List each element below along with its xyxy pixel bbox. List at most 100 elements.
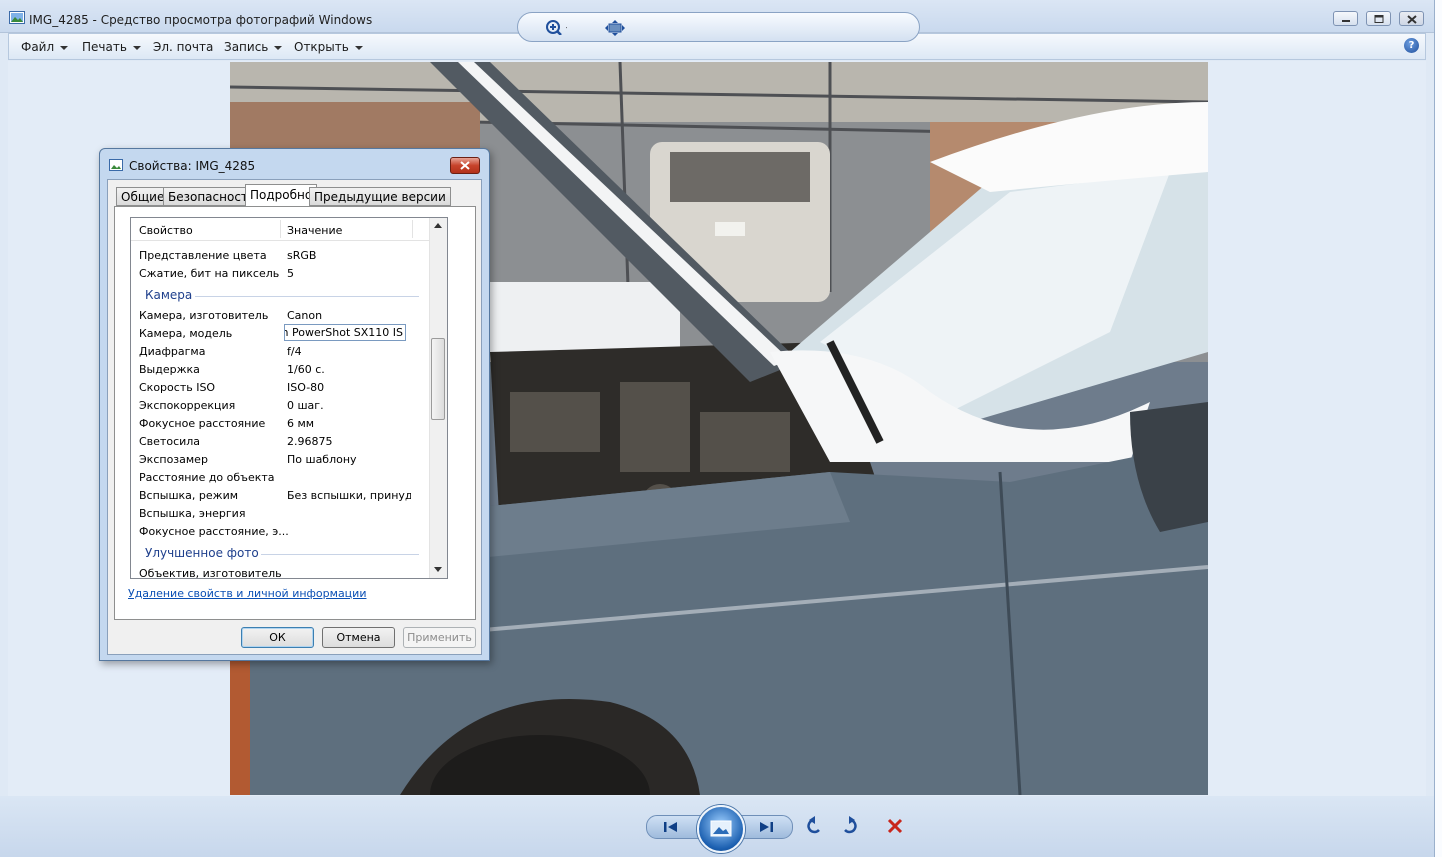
scroll-up-icon[interactable]	[434, 223, 442, 229]
property-name: Экспозамер	[139, 453, 208, 466]
list-scrollbar[interactable]	[429, 218, 447, 578]
list-item[interactable]: Камера, модель non PowerShot SX110 IS	[139, 324, 429, 345]
group-divider	[195, 296, 419, 297]
column-header-value[interactable]: Значение	[287, 224, 342, 237]
list-item[interactable]: Скорость ISO ISO-80	[139, 381, 429, 399]
slideshow-icon	[710, 820, 732, 837]
list-item[interactable]: Объектив, изготовитель	[139, 567, 429, 578]
zoom-icon[interactable]	[545, 19, 567, 35]
menu-print-label: Печать	[82, 40, 127, 54]
menu-burn[interactable]: Запись	[224, 40, 283, 54]
window-title: IMG_4285 - Средство просмотра фотографий…	[29, 13, 373, 27]
property-value: ISO-80	[287, 381, 325, 394]
list-item[interactable]: Представление цвета sRGB	[139, 249, 429, 267]
list-item[interactable]: Расстояние до объекта	[139, 471, 429, 489]
property-name: Выдержка	[139, 363, 200, 376]
details-panel: Свойство Значение Представление цвета sR…	[114, 206, 476, 620]
menu-burn-label: Запись	[224, 40, 269, 54]
chevron-down-icon	[274, 45, 283, 50]
tab-general[interactable]: Общие	[116, 187, 170, 206]
rotate-cw-icon[interactable]	[840, 816, 858, 836]
property-name: Сжатие, бит на пиксель	[139, 267, 280, 280]
list-item[interactable]: Фокусное расстояние, э...	[139, 525, 429, 543]
next-icon[interactable]	[758, 820, 774, 834]
close-button[interactable]	[1399, 11, 1424, 26]
help-icon[interactable]: ?	[1404, 38, 1419, 53]
tab-details[interactable]: Подробно	[245, 184, 318, 207]
list-item[interactable]: Вспышка, режим Без вспышки, принуд...	[139, 489, 429, 507]
property-name: Диафрагма	[139, 345, 206, 358]
photo-viewer-icon	[9, 11, 25, 24]
property-name: Фокусное расстояние, э...	[139, 525, 289, 538]
property-name: Представление цвета	[139, 249, 267, 262]
property-value: 0 шаг.	[287, 399, 324, 412]
list-item[interactable]: Светосила 2.96875	[139, 435, 429, 453]
apply-button[interactable]: Применить	[403, 627, 476, 648]
property-name: Расстояние до объекта	[139, 471, 275, 484]
dialog-title: Свойства: IMG_4285	[129, 159, 256, 173]
maximize-icon	[1374, 15, 1384, 23]
property-value: 5	[287, 267, 294, 280]
navigation-controls	[517, 12, 920, 42]
rotate-ccw-icon[interactable]	[806, 816, 824, 836]
scroll-thumb[interactable]	[431, 338, 445, 420]
property-name: Скорость ISO	[139, 381, 216, 394]
close-icon	[460, 161, 470, 170]
list-item[interactable]: Фокусное расстояние 6 мм	[139, 417, 429, 435]
property-value: Canon	[287, 309, 323, 322]
column-divider[interactable]	[412, 220, 413, 238]
minimize-button[interactable]	[1333, 11, 1358, 26]
list-item[interactable]: Диафрагма f/4	[139, 345, 429, 363]
property-name: Камера, модель	[139, 327, 233, 340]
property-name: Камера, изготовитель	[139, 309, 269, 322]
property-value: f/4	[287, 345, 302, 358]
list-header: Свойство Значение	[131, 218, 431, 241]
group-header-camera: Камера	[145, 288, 193, 302]
window-edge	[1434, 0, 1442, 857]
dialog-close-button[interactable]	[450, 157, 480, 174]
property-name: Фокусное расстояние	[139, 417, 266, 430]
property-name: Вспышка, энергия	[139, 507, 246, 520]
camera-model-value: non PowerShot SX110 IS	[285, 326, 403, 339]
chevron-down-icon	[354, 45, 363, 50]
property-list[interactable]: Свойство Значение Представление цвета sR…	[130, 217, 448, 579]
property-value: Без вспышки, принуд...	[287, 489, 411, 502]
chevron-down-icon	[60, 45, 69, 50]
property-value: По шаблону	[287, 453, 357, 466]
group-header-enhanced-photo: Улучшенное фото	[145, 546, 259, 560]
group-divider	[261, 554, 419, 555]
previous-icon[interactable]	[663, 820, 679, 834]
menu-email[interactable]: Эл. почта	[153, 40, 213, 54]
image-file-icon	[109, 159, 123, 171]
list-item[interactable]: Экспокоррекция 0 шаг.	[139, 399, 429, 417]
minimize-icon	[1342, 20, 1350, 22]
tab-previous-versions[interactable]: Предыдущие версии	[309, 187, 451, 206]
property-value: 2.96875	[287, 435, 333, 448]
property-value: sRGB	[287, 249, 317, 262]
maximize-button[interactable]	[1366, 11, 1391, 26]
column-header-property[interactable]: Свойство	[139, 224, 193, 237]
ok-button[interactable]: ОК	[241, 627, 314, 648]
property-name: Экспокоррекция	[139, 399, 236, 412]
cancel-button[interactable]: Отмена	[322, 627, 395, 648]
chevron-down-icon	[132, 45, 141, 50]
fit-icon[interactable]	[604, 20, 626, 36]
menu-open-label: Открыть	[294, 40, 349, 54]
close-icon	[1407, 15, 1417, 24]
menu-print[interactable]: Печать	[82, 40, 141, 54]
scroll-down-icon[interactable]	[434, 567, 442, 573]
column-divider[interactable]	[280, 220, 281, 238]
list-item[interactable]: Выдержка 1/60 с.	[139, 363, 429, 381]
list-item[interactable]: Экспозамер По шаблону	[139, 453, 429, 471]
property-value: 6 мм	[287, 417, 315, 430]
list-item[interactable]: Сжатие, бит на пиксель 5	[139, 267, 429, 285]
list-item[interactable]: Вспышка, энергия	[139, 507, 429, 525]
camera-model-edit-field[interactable]: non PowerShot SX110 IS	[284, 324, 406, 341]
slideshow-button[interactable]	[697, 805, 745, 853]
menu-open[interactable]: Открыть	[294, 40, 363, 54]
menu-email-label: Эл. почта	[153, 40, 214, 54]
dialog-body: Общие Безопасность Подробно Предыдущие в…	[107, 179, 482, 655]
delete-icon[interactable]	[886, 817, 904, 835]
remove-properties-link[interactable]: Удаление свойств и личной информации	[128, 587, 366, 600]
menu-file[interactable]: Файл	[21, 40, 69, 54]
